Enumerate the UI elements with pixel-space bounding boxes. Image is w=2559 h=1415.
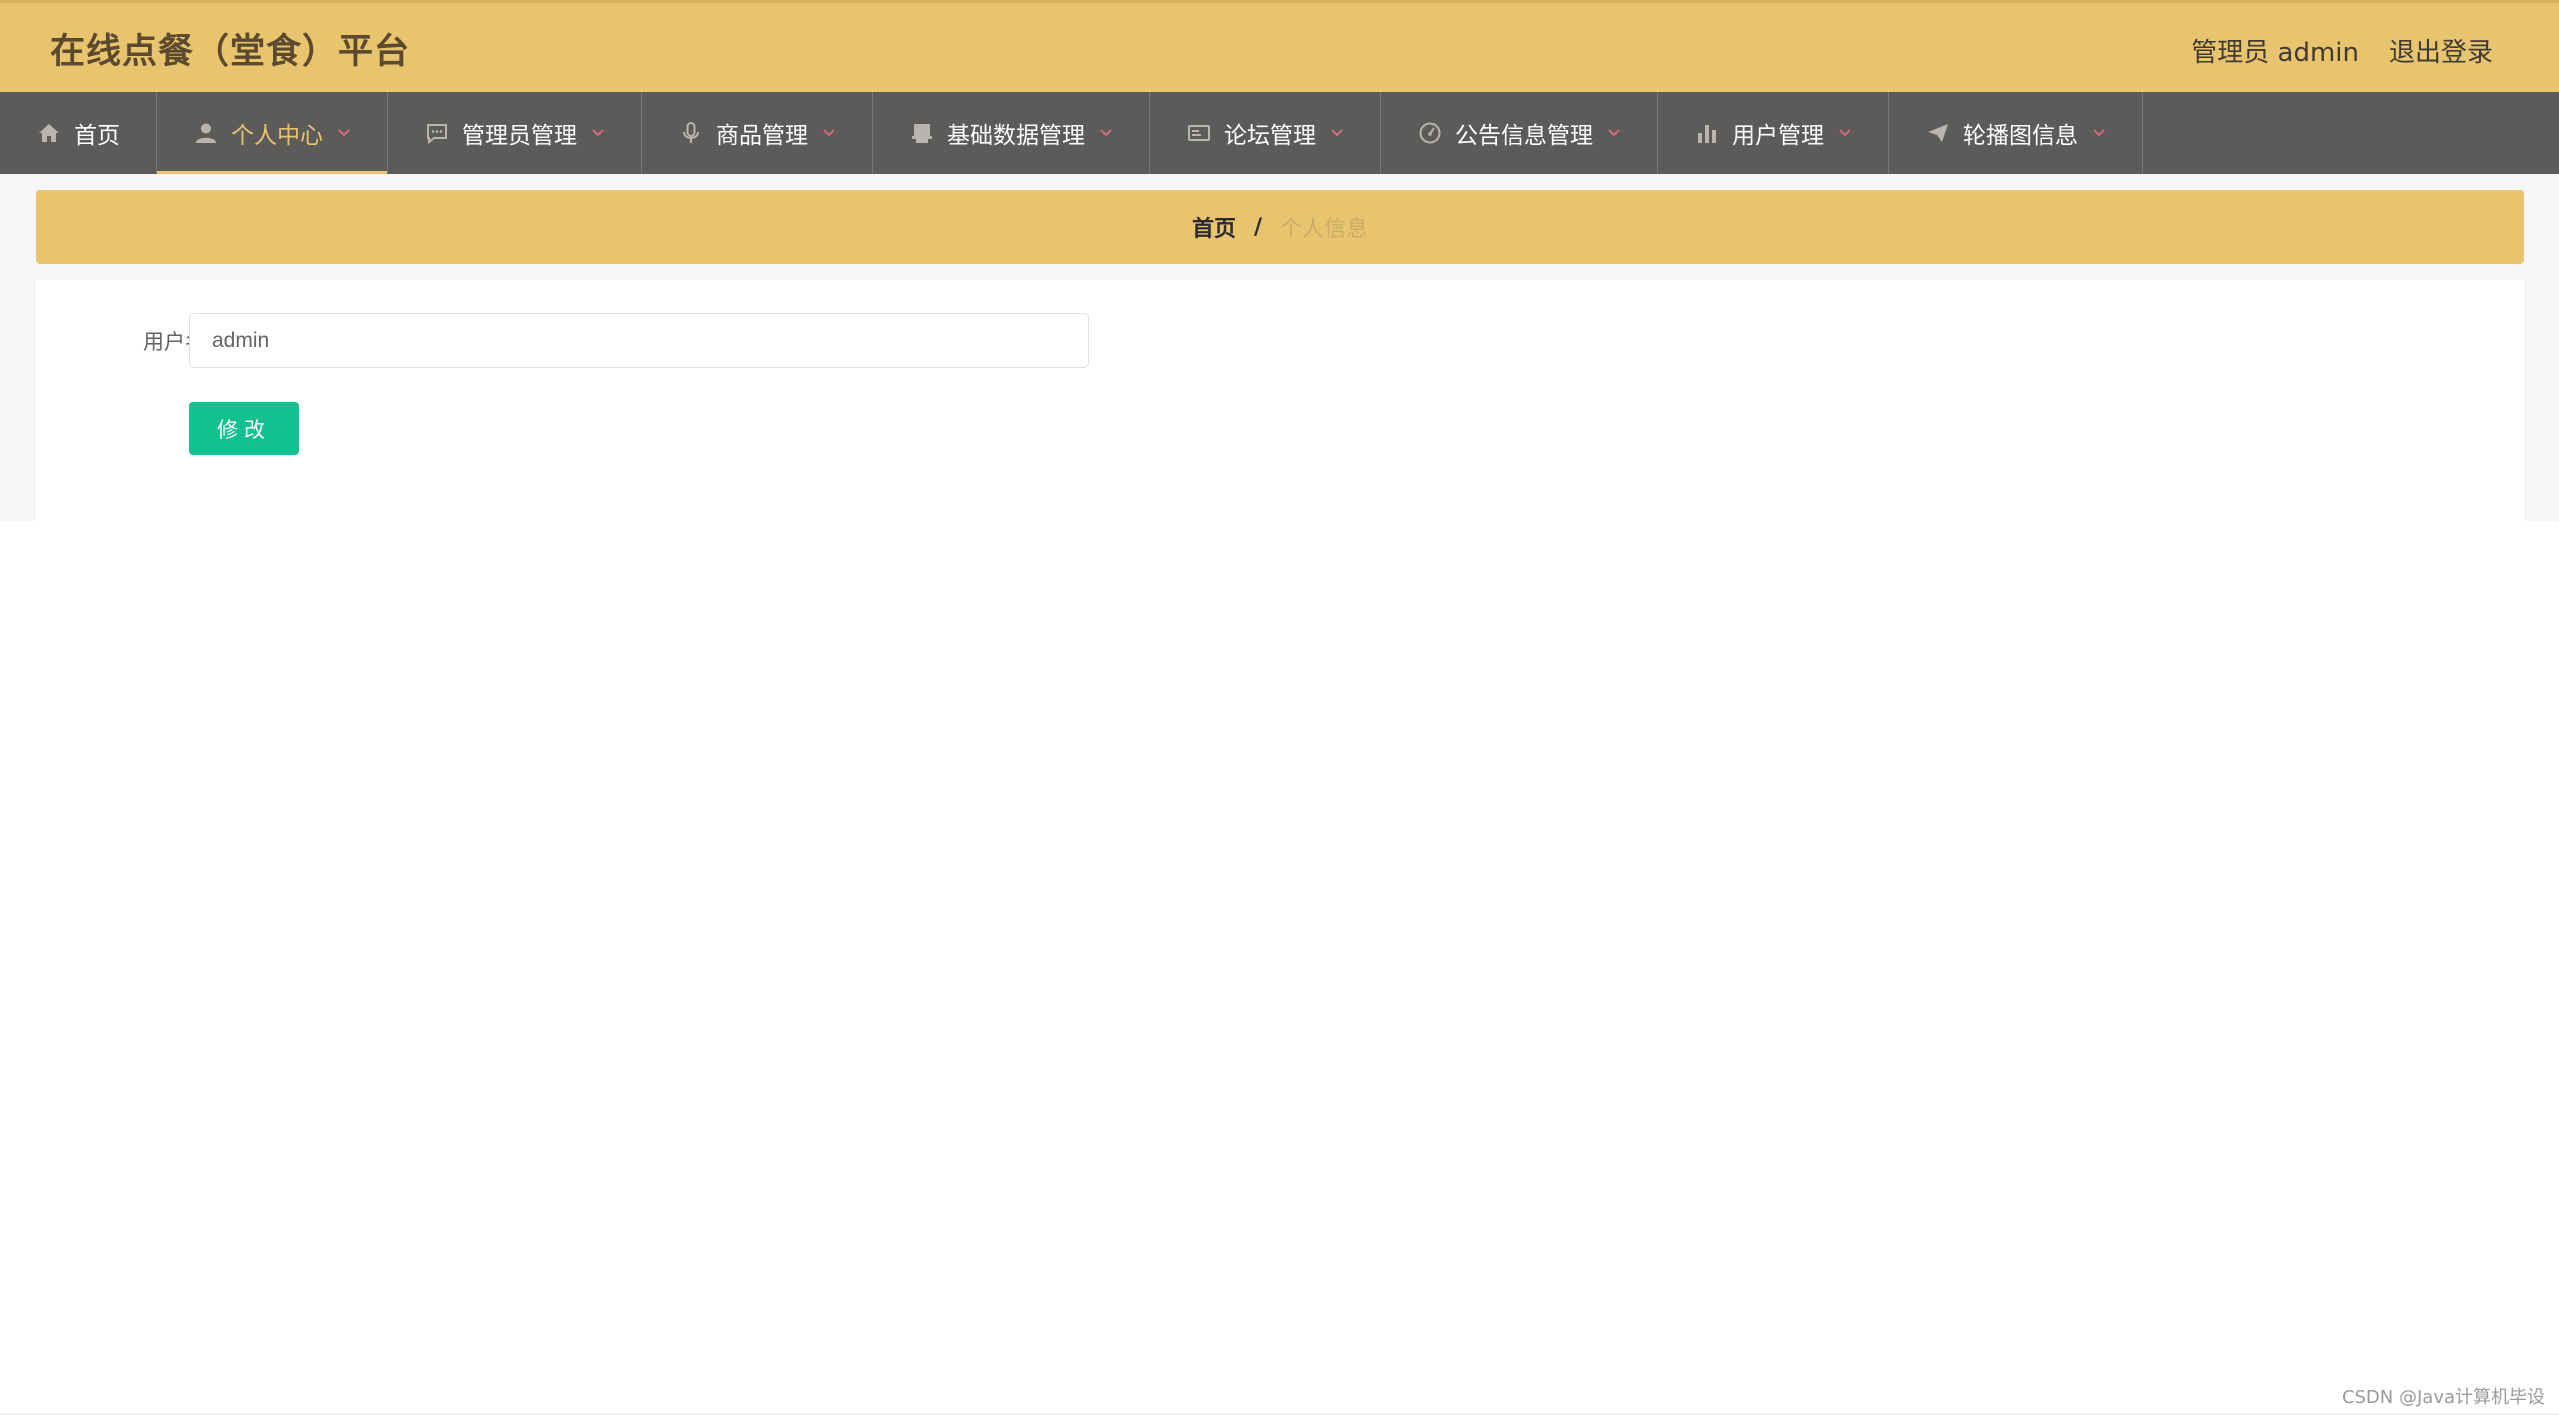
app-title: 在线点餐（堂食）平台 <box>50 32 411 72</box>
logout-link[interactable]: 退出登录 <box>2389 32 2493 69</box>
watermark: CSDN @Java计算机毕设 <box>2341 1387 2545 1408</box>
top-header: 在线点餐（堂食）平台 管理员 admin 退出登录 <box>0 0 2559 92</box>
breadcrumb-home[interactable]: 首页 <box>1192 211 1236 243</box>
nav-item-label: 轮播图信息 <box>1963 123 2078 149</box>
nav-item-label: 管理员管理 <box>462 123 577 149</box>
nav-item-basic-data-management[interactable]: 基础数据管理 <box>873 92 1150 174</box>
postcard-icon <box>1186 120 1212 146</box>
nav-item-admin-management[interactable]: 管理员管理 <box>388 92 642 174</box>
paper-plane-icon <box>1925 120 1951 146</box>
nav-item-label: 基础数据管理 <box>947 123 1085 149</box>
microphone-icon <box>678 120 704 146</box>
nav-item-product-management[interactable]: 商品管理 <box>642 92 873 174</box>
username-input[interactable] <box>189 313 1089 368</box>
chevron-down-icon <box>337 126 351 140</box>
profile-form: 用户名 修改 <box>36 280 2524 521</box>
nav-item-notice-management[interactable]: 公告信息管理 <box>1381 92 1658 174</box>
modify-button[interactable]: 修改 <box>189 402 299 455</box>
bar-chart-icon <box>1694 120 1720 146</box>
current-user: 管理员 admin <box>2191 38 2359 68</box>
nav-item-label: 个人中心 <box>231 123 323 149</box>
home-icon <box>36 120 62 146</box>
chevron-down-icon <box>1607 126 1621 140</box>
chevron-down-icon <box>591 126 605 140</box>
chevron-down-icon <box>2092 126 2106 140</box>
chevron-down-icon <box>822 126 836 140</box>
nav-item-label: 首页 <box>74 123 120 149</box>
chevron-down-icon <box>1330 126 1344 140</box>
nav-item-label: 商品管理 <box>716 123 808 149</box>
chevron-down-icon <box>1838 126 1852 140</box>
nav-item-label: 公告信息管理 <box>1455 123 1593 149</box>
nav-item-carousel-info[interactable]: 轮播图信息 <box>1889 92 2143 174</box>
chevron-down-icon <box>1099 126 1113 140</box>
nav-item-label: 用户管理 <box>1732 123 1824 149</box>
nav-item-home[interactable]: 首页 <box>0 92 157 174</box>
chat-icon <box>424 120 450 146</box>
nav-item-label: 论坛管理 <box>1224 123 1316 149</box>
nav-item-user-management[interactable]: 用户管理 <box>1658 92 1889 174</box>
nav-item-personal-center[interactable]: 个人中心 <box>157 92 388 174</box>
main-nav: 首页 个人中心 管理员管理 商品管理 基础数据管理 论坛管理 公告信息管理 用户… <box>0 92 2559 174</box>
page: 在线点餐（堂食）平台 管理员 admin 退出登录 首页 个人中心 管理员管理 <box>0 0 2559 1415</box>
printer-icon <box>909 120 935 146</box>
gauge-icon <box>1417 120 1443 146</box>
breadcrumb-current: 个人信息 <box>1280 217 1369 242</box>
breadcrumb-separator: / <box>1253 214 1263 240</box>
user-icon <box>193 120 219 146</box>
nav-item-forum-management[interactable]: 论坛管理 <box>1150 92 1381 174</box>
breadcrumb: 首页 / 个人信息 <box>36 190 2524 264</box>
